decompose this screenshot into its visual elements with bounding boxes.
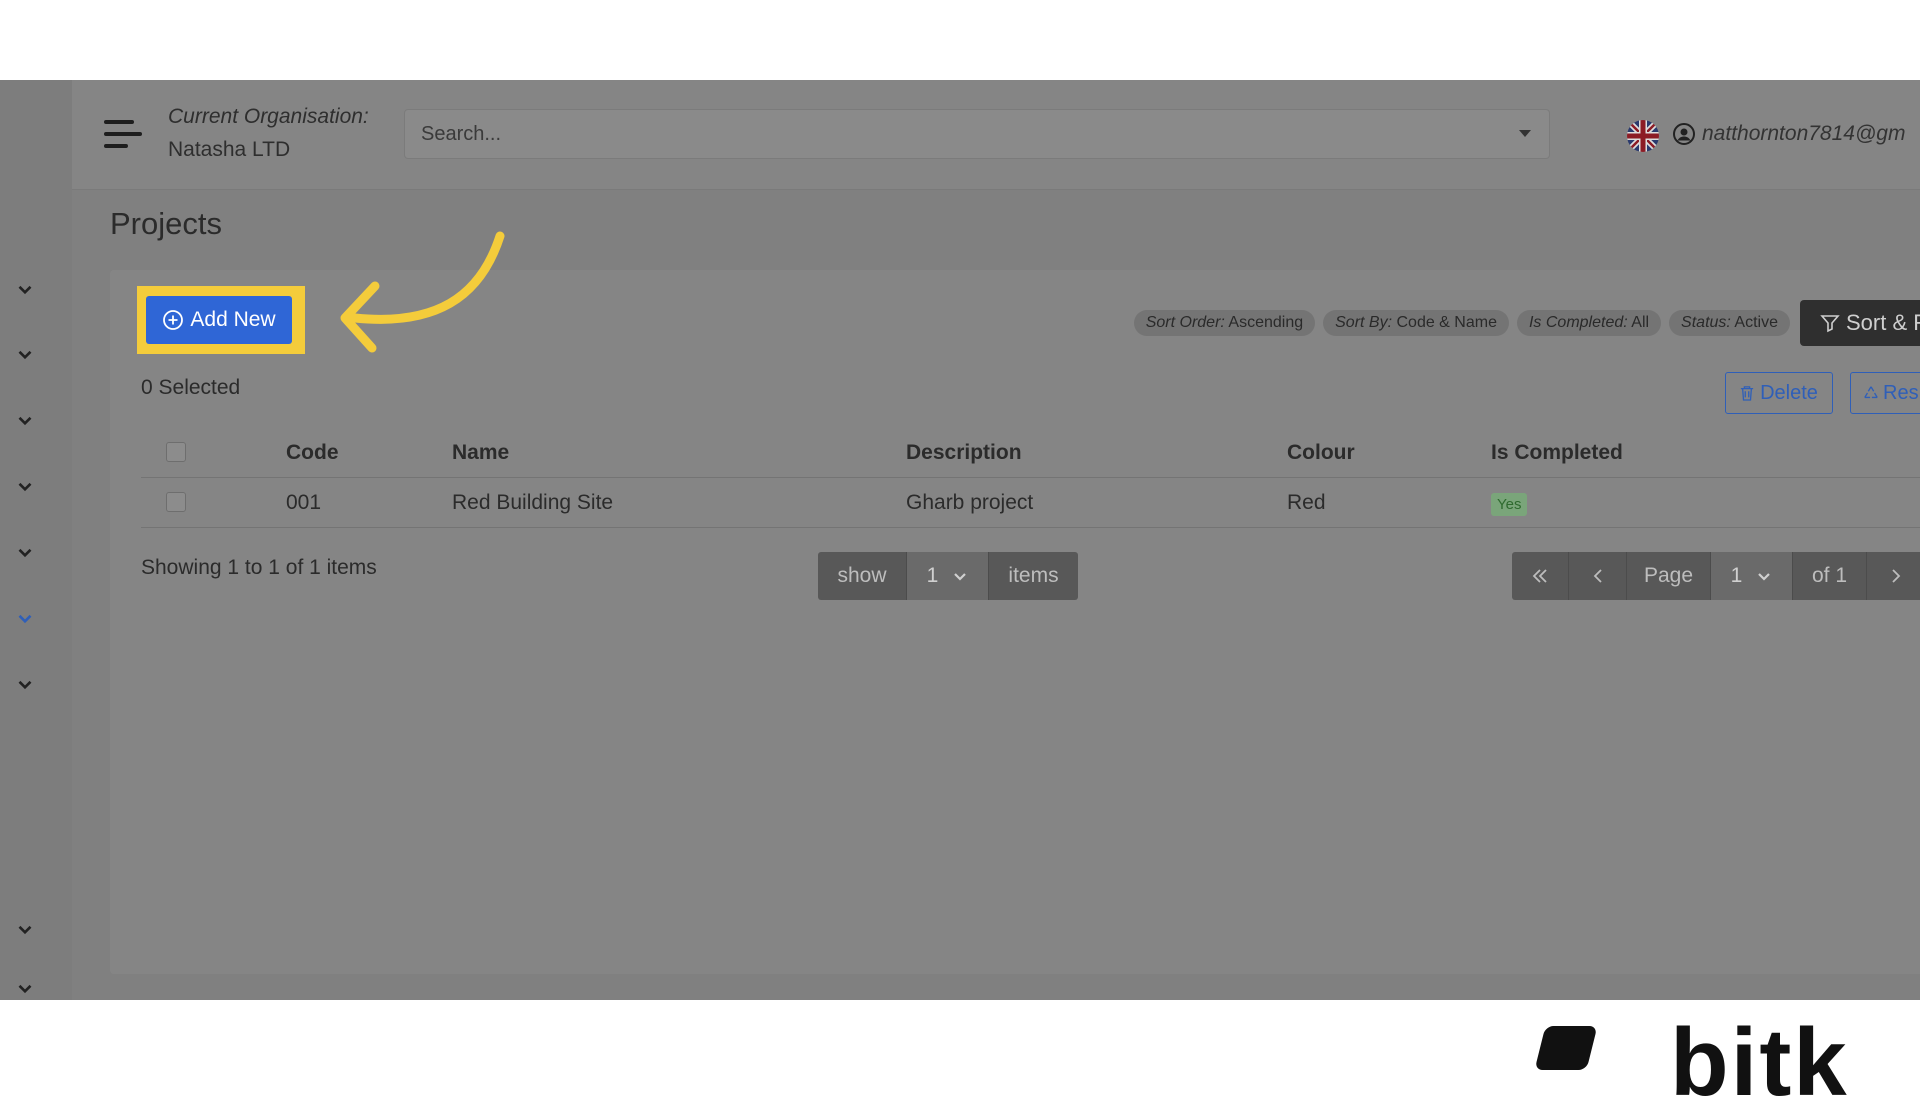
trash-icon	[1740, 386, 1754, 401]
current-page-select[interactable]: 1	[1710, 552, 1792, 600]
chevron-down-icon	[1758, 573, 1771, 581]
chip-sort-order[interactable]: Sort Order: Ascending	[1133, 310, 1316, 336]
items-label: items	[988, 552, 1078, 600]
recycle-icon	[1864, 386, 1878, 399]
show-label: show	[818, 552, 906, 600]
restore-button[interactable]: Res	[1850, 372, 1920, 414]
page-title: Projects	[110, 206, 222, 241]
search-placeholder: Search...	[421, 123, 502, 145]
restore-label: Res	[1883, 381, 1919, 404]
filter-chips: Sort Order: Ascending Sort By: Code & Na…	[1133, 310, 1790, 336]
caret-down-icon	[1519, 130, 1531, 137]
current-page-value: 1	[1730, 564, 1743, 587]
org-name: Natasha LTD	[168, 138, 291, 161]
pagination-nav: Page 1 of 1	[1512, 552, 1920, 600]
completed-badge: Yes	[1491, 493, 1528, 516]
chevron-down-icon[interactable]	[14, 977, 36, 999]
chevron-down-icon[interactable]	[14, 607, 36, 629]
user-icon	[1672, 122, 1696, 146]
showing-text: Showing 1 to 1 of 1 items	[141, 556, 377, 579]
select-all-checkbox[interactable]	[166, 442, 186, 462]
cell-description: Gharb project	[906, 491, 1034, 514]
chevron-down-icon[interactable]	[14, 918, 36, 940]
cell-code: 001	[286, 491, 322, 514]
cell-name: Red Building Site	[452, 491, 614, 514]
chevron-down-icon	[954, 573, 967, 581]
of-pages-label: of 1	[1792, 552, 1866, 600]
table-row[interactable]: 001 Red Building Site Gharb project Red …	[141, 478, 1920, 528]
delete-button[interactable]: Delete	[1725, 372, 1833, 414]
search-input[interactable]: Search...	[404, 109, 1550, 159]
app-window: Current Organisation: Natasha LTD Search…	[0, 80, 1920, 1000]
cell-is-completed: Yes	[1491, 491, 1528, 516]
sort-filter-button[interactable]: Sort & F	[1800, 300, 1920, 346]
chevron-left-icon	[1593, 569, 1602, 583]
page-size-value: 1	[926, 564, 939, 587]
add-new-label: Add New	[190, 308, 276, 331]
next-page-button[interactable]	[1866, 552, 1920, 600]
pointer-arrow	[340, 231, 505, 353]
sidebar	[0, 80, 72, 1000]
header-colour[interactable]: Colour	[1287, 441, 1355, 465]
header-name[interactable]: Name	[452, 441, 509, 465]
sort-filter-label: Sort & F	[1846, 310, 1920, 335]
header-is-completed[interactable]: Is Completed	[1491, 441, 1623, 465]
page-label: Page	[1626, 552, 1710, 600]
chip-status[interactable]: Status: Active	[1669, 310, 1790, 336]
header-description[interactable]: Description	[906, 441, 1022, 465]
page-size-select[interactable]: 1	[906, 552, 988, 600]
brand-logo-mark	[1534, 1026, 1598, 1070]
filter-icon	[1820, 315, 1840, 333]
page-size-control: show 1 items	[818, 552, 1078, 600]
selected-count: 0 Selected	[141, 376, 241, 399]
menu-icon[interactable]	[102, 116, 142, 152]
chevron-down-icon[interactable]	[14, 409, 36, 431]
header-code[interactable]: Code	[286, 441, 339, 465]
chevron-down-icon[interactable]	[14, 278, 36, 300]
user-email[interactable]: natthornton7814@gm	[1702, 122, 1905, 146]
chevron-down-icon[interactable]	[14, 541, 36, 563]
add-new-button[interactable]: Add New	[146, 296, 292, 344]
uk-flag-icon[interactable]	[1627, 120, 1659, 152]
chevron-down-icon[interactable]	[14, 673, 36, 695]
chevron-down-icon[interactable]	[14, 475, 36, 497]
prev-page-button[interactable]	[1568, 552, 1626, 600]
chip-sort-by[interactable]: Sort By: Code & Name	[1323, 310, 1509, 336]
first-page-button[interactable]	[1512, 552, 1568, 600]
projects-card	[110, 270, 1920, 974]
cell-colour: Red	[1287, 491, 1326, 514]
chevron-down-icon[interactable]	[14, 343, 36, 365]
chip-is-completed[interactable]: Is Completed: All	[1516, 310, 1662, 336]
org-label: Current Organisation:	[168, 105, 369, 128]
top-bar: Current Organisation: Natasha LTD Search…	[72, 80, 1920, 190]
table-header-row: Code Name Description Colour Is Complete…	[141, 428, 1920, 478]
row-checkbox[interactable]	[166, 492, 186, 512]
projects-table: Code Name Description Colour Is Complete…	[141, 428, 1920, 528]
double-chevron-left-icon	[1532, 569, 1547, 583]
delete-label: Delete	[1760, 381, 1818, 404]
chevron-right-icon	[1891, 569, 1900, 583]
brand-logo-text: bitk	[1670, 1009, 1849, 1116]
plus-circle-icon	[163, 310, 184, 330]
